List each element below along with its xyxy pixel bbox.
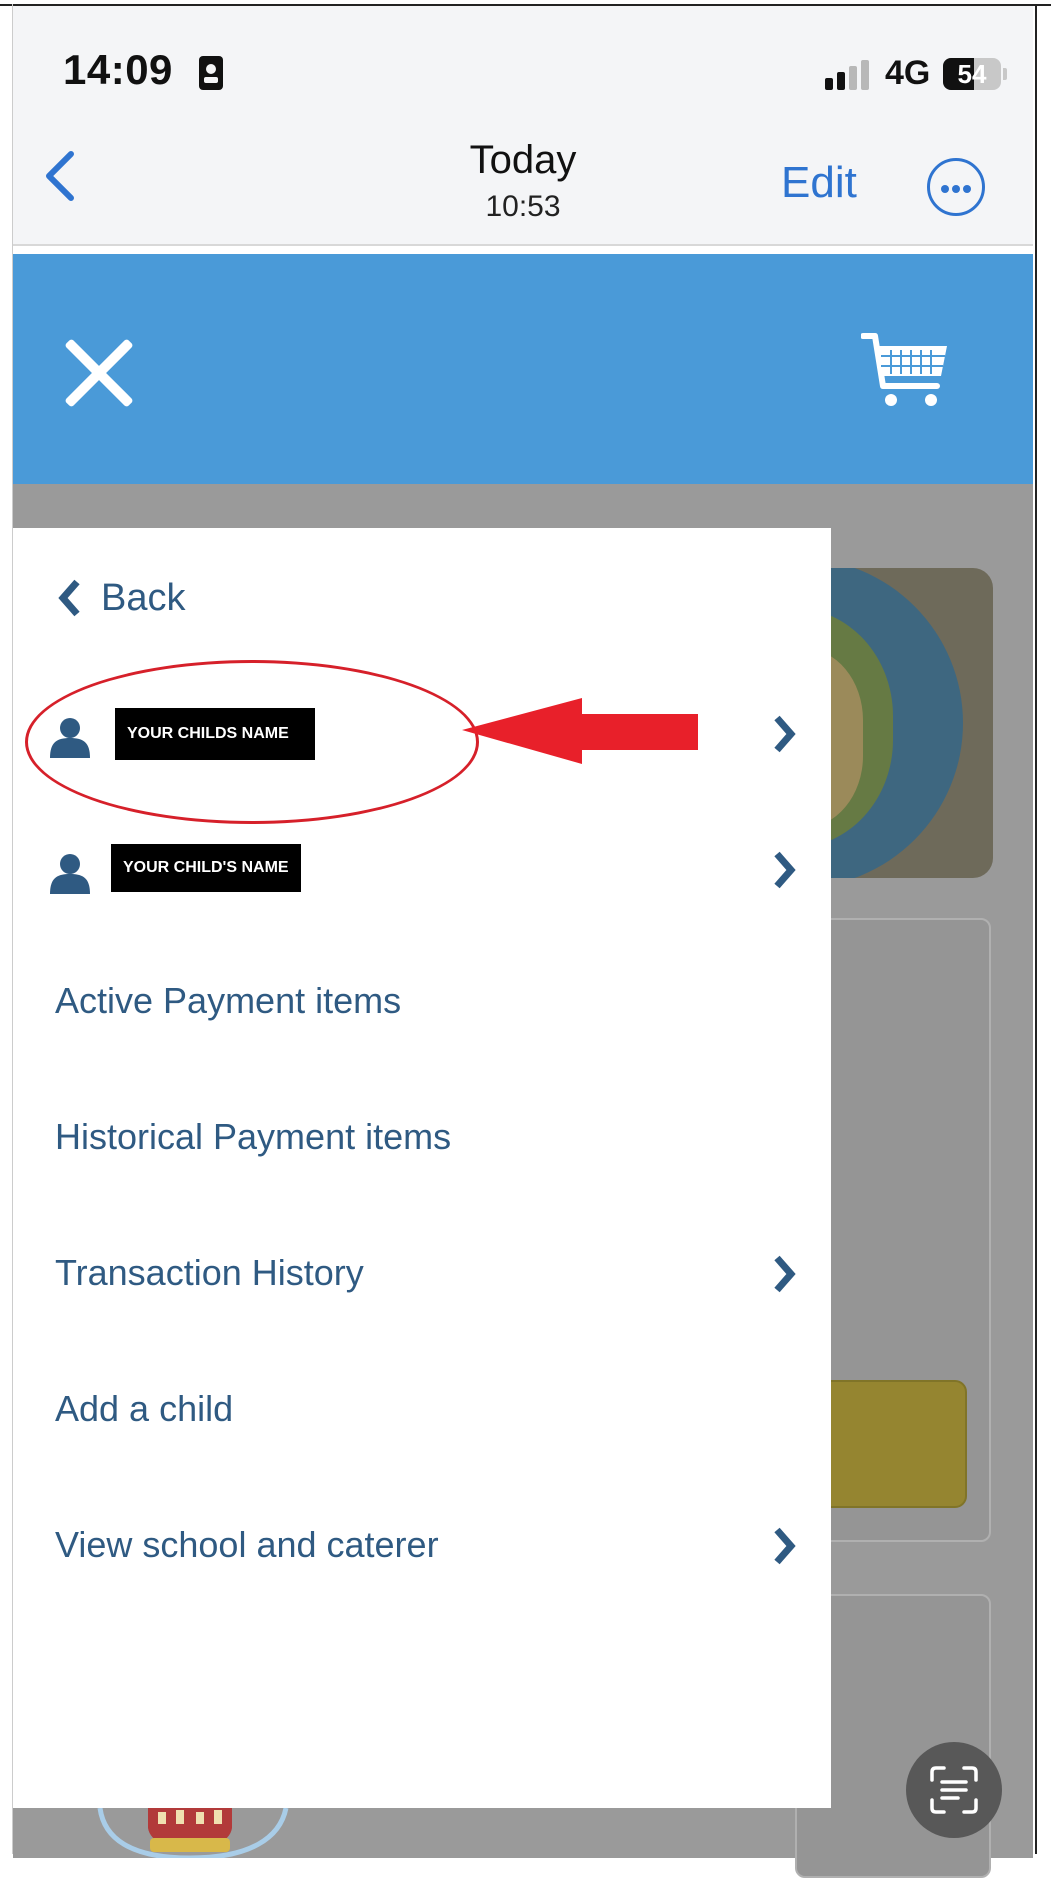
close-icon[interactable] <box>61 336 137 412</box>
network-type: 4G <box>885 54 931 92</box>
menu-add-a-child[interactable]: Add a child <box>55 1388 233 1430</box>
back-label: Back <box>101 576 186 619</box>
chevron-right-icon <box>774 1255 796 1293</box>
child-name: YOUR CHILD'S NAME <box>111 844 301 892</box>
menu-active-payment-items[interactable]: Active Payment items <box>55 980 401 1022</box>
annotation-arrow-icon <box>462 698 698 764</box>
menu-transaction-history[interactable]: Transaction History <box>55 1252 364 1294</box>
more-icon[interactable] <box>927 158 985 216</box>
chevron-left-icon <box>58 579 80 617</box>
contact-card-icon <box>199 56 223 90</box>
school-logo <box>97 1808 289 1858</box>
back-button[interactable]: Back <box>55 568 185 628</box>
nav-bar: Today 10:53 Edit <box>13 116 1033 246</box>
child-row[interactable]: YOUR CHILD'S NAME <box>49 844 809 908</box>
screen: 14:09 4G 54 Today 10:53 Edit Back YOUR C… <box>0 0 1051 1878</box>
battery-icon: 54 <box>943 58 1001 90</box>
frame-border <box>1035 4 1037 1854</box>
cart-icon[interactable] <box>861 330 951 410</box>
chevron-right-icon <box>774 851 796 889</box>
edit-button[interactable]: Edit <box>781 158 857 208</box>
person-icon <box>50 854 90 894</box>
app-header <box>13 254 1033 484</box>
annotation-ellipse <box>25 660 479 824</box>
frame-border <box>0 4 1051 6</box>
nav-subtitle: 10:53 <box>485 190 561 223</box>
status-time: 14:09 <box>63 46 173 93</box>
nav-title: Today <box>469 138 577 182</box>
battery-tip <box>1003 68 1007 80</box>
scan-text-button[interactable] <box>906 1742 1002 1838</box>
chevron-right-icon <box>774 715 796 753</box>
status-bar: 14:09 4G 54 <box>13 6 1033 116</box>
frame-border <box>12 4 13 1854</box>
signal-icon <box>825 60 875 90</box>
battery-level: 54 <box>957 59 987 89</box>
chevron-right-icon <box>774 1527 796 1565</box>
scan-text-icon <box>930 1766 978 1814</box>
menu-historical-payment-items[interactable]: Historical Payment items <box>55 1116 451 1158</box>
menu-view-school-and-caterer[interactable]: View school and caterer <box>55 1524 439 1566</box>
